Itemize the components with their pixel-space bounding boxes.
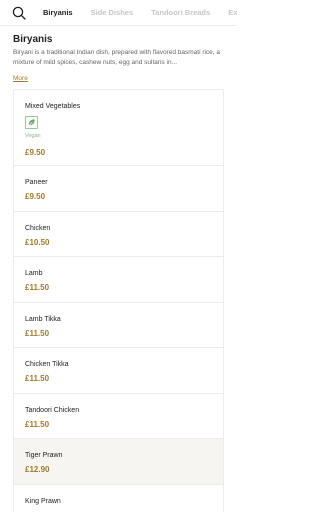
item-price: £9.50 xyxy=(25,148,46,157)
category-tabs: BiryanisSide DishesTandoori BreadsExtras xyxy=(34,0,237,26)
item-name: Lamb Tikka xyxy=(25,315,61,323)
item-name: Mixed Vegetables xyxy=(25,103,81,110)
section-header: Biryanis Biryani is a traditional Indian… xyxy=(13,34,227,85)
item-price: £10.50 xyxy=(25,237,50,247)
tab-tandoori-breads[interactable]: Tandoori Breads xyxy=(142,0,219,26)
item-name: Chicken xyxy=(25,224,51,232)
item-price: £12.90 xyxy=(25,465,50,474)
item-name: King Prawn xyxy=(25,497,61,505)
item-name: Tandoori Chicken xyxy=(25,406,80,414)
top-nav-bar: BiryanisSide DishesTandoori BreadsExtras xyxy=(0,0,237,26)
search-button[interactable] xyxy=(10,4,28,22)
menu-item-mixed-vegetables[interactable]: Mixed Vegetables Vegan £9.50 xyxy=(14,90,223,166)
menu-item-list: Mixed Vegetables Vegan £9.50 Paneer £9.5… xyxy=(13,89,224,512)
menu-item-tandoori-chicken[interactable]: Tandoori Chicken £11.50 xyxy=(14,394,223,439)
tab-side-dishes[interactable]: Side Dishes xyxy=(82,0,143,26)
item-price: £11.50 xyxy=(25,374,50,383)
menu-item-lamb[interactable]: Lamb £11.50 xyxy=(14,257,223,303)
menu-item-chicken[interactable]: Chicken £10.50 xyxy=(14,212,223,257)
section-title: Biryanis xyxy=(13,34,53,45)
tab-biryanis[interactable]: Biryanis xyxy=(34,0,82,26)
item-price: £11.50 xyxy=(25,283,50,292)
search-icon xyxy=(12,6,26,20)
menu-item-lamb-tikka[interactable]: Lamb Tikka £11.50 xyxy=(14,303,223,348)
menu-item-paneer[interactable]: Paneer £9.50 xyxy=(14,166,223,212)
item-price: £11.50 xyxy=(25,328,50,338)
menu-item-tiger-prawn[interactable]: Tiger Prawn £12.90 xyxy=(14,439,223,485)
tab-extras[interactable]: Extras xyxy=(219,0,237,26)
item-price: £11.50 xyxy=(25,419,50,429)
section-description: Biryani is a traditional Indian dish, pr… xyxy=(13,49,221,66)
item-name: Paneer xyxy=(25,179,48,186)
leaf-icon xyxy=(25,116,38,129)
item-name: Chicken Tikka xyxy=(25,361,69,368)
menu-item-chicken-tikka[interactable]: Chicken Tikka £11.50 xyxy=(14,348,223,394)
more-link[interactable]: More xyxy=(13,75,28,82)
item-name: Lamb xyxy=(25,270,43,277)
item-name: Tiger Prawn xyxy=(25,452,63,459)
vegan-badge: Vegan xyxy=(25,133,41,139)
menu-item-king-prawn[interactable]: King Prawn xyxy=(14,485,223,512)
item-price: £9.50 xyxy=(25,192,46,201)
